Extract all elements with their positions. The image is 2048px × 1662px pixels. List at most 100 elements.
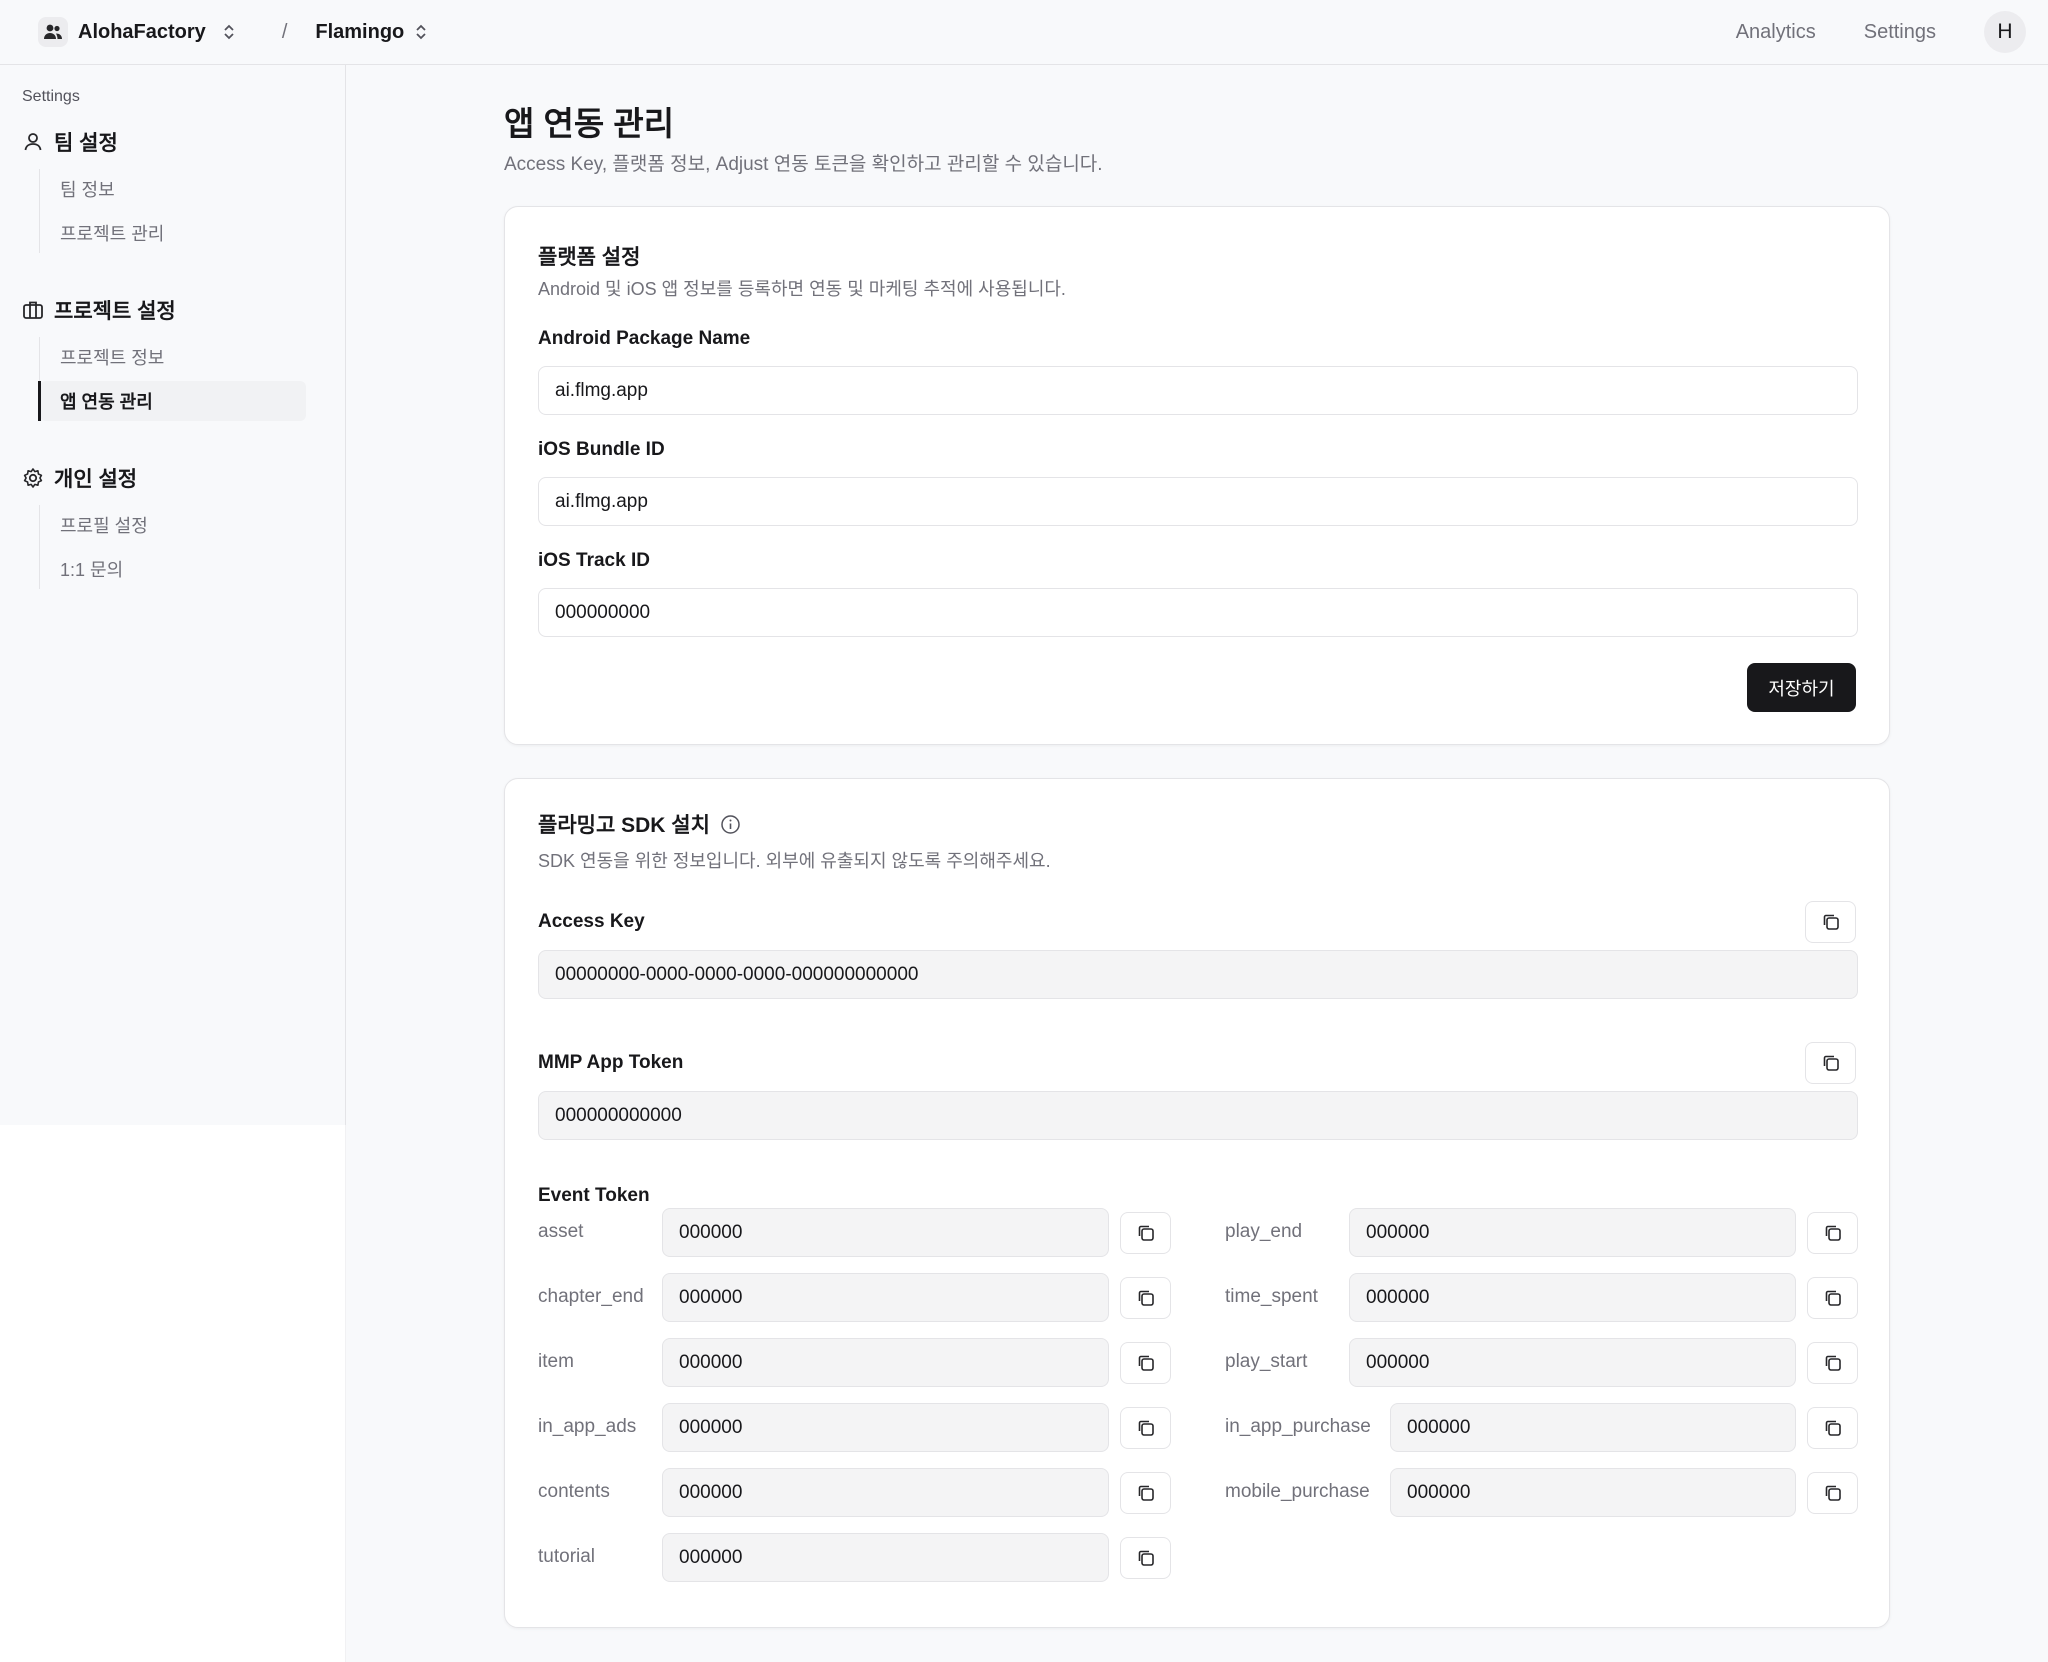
event-name: time_spent [1225, 1286, 1318, 1307]
user-avatar[interactable]: H [1984, 11, 2026, 53]
sidebar: Settings 팀 설정 팀 정보 프로젝트 관리 프로젝트 설정 프로젝트 … [0, 65, 346, 1125]
sidebar-group-head: 팀 설정 [22, 127, 306, 157]
event-name: mobile_purchase [1225, 1481, 1370, 1502]
chevron-updown-icon [416, 24, 426, 40]
event-token-field[interactable] [662, 1208, 1109, 1257]
sidebar-sublist: 프로젝트 정보 앱 연동 관리 [38, 337, 306, 421]
copy-icon [1138, 1355, 1154, 1371]
copy-event-token-button[interactable] [1120, 1212, 1171, 1254]
copy-icon [1825, 1420, 1841, 1436]
copy-event-token-button[interactable] [1120, 1472, 1171, 1514]
copy-event-token-button[interactable] [1807, 1342, 1858, 1384]
event-name: play_end [1225, 1221, 1303, 1242]
sidebar-item-inquiry[interactable]: 1:1 문의 [40, 549, 306, 589]
ios-bundle-label: iOS Bundle ID [538, 439, 665, 460]
nav-settings[interactable]: Settings [1864, 21, 1936, 44]
sidebar-item-project-manage[interactable]: 프로젝트 관리 [40, 213, 306, 253]
ios-track-input[interactable] [538, 588, 1858, 637]
info-icon[interactable] [720, 814, 741, 835]
sidebar-item-profile[interactable]: 프로필 설정 [40, 505, 306, 545]
copy-icon [1138, 1485, 1154, 1501]
event-token-field[interactable] [1390, 1468, 1796, 1517]
person-icon [24, 133, 42, 151]
event-token-field[interactable] [662, 1533, 1109, 1582]
copy-event-token-button[interactable] [1120, 1537, 1171, 1579]
sdk-install-card: 플라밍고 SDK 설치 SDK 연동을 위한 정보입니다. 외부에 유출되지 않… [504, 778, 1890, 1628]
event-token-field[interactable] [662, 1468, 1109, 1517]
android-package-input[interactable] [538, 366, 1858, 415]
event-token-field[interactable] [1349, 1273, 1796, 1322]
team-icon [38, 17, 68, 47]
copy-event-token-button[interactable] [1807, 1277, 1858, 1319]
sidebar-group-title: 프로젝트 설정 [54, 300, 176, 323]
copy-icon [1138, 1225, 1154, 1241]
save-button[interactable]: 저장하기 [1747, 663, 1856, 712]
mmp-token-label: MMP App Token [538, 1052, 684, 1073]
copy-icon [1138, 1420, 1154, 1436]
mmp-token-field[interactable] [538, 1091, 1858, 1140]
sidebar-group-personal: 개인 설정 프로필 설정 1:1 문의 [22, 463, 306, 593]
project-switcher[interactable]: Flamingo [315, 21, 428, 44]
event-token-field[interactable] [1349, 1208, 1796, 1257]
breadcrumb-separator: / [281, 20, 288, 43]
nav-analytics[interactable]: Analytics [1736, 21, 1816, 44]
access-key-field[interactable] [538, 950, 1858, 999]
briefcase-icon [23, 301, 43, 319]
copy-icon [1825, 1485, 1841, 1501]
sidebar-caption: Settings [22, 88, 80, 105]
event-name: play_start [1225, 1351, 1308, 1372]
event-token-label: Event Token [538, 1185, 650, 1206]
sidebar-group-title: 개인 설정 [54, 468, 138, 491]
ios-bundle-input[interactable] [538, 477, 1858, 526]
copy-event-token-button[interactable] [1807, 1212, 1858, 1254]
card-title: 플랫폼 설정 [538, 241, 640, 271]
event-name: in_app_ads [538, 1416, 637, 1437]
event-name: contents [538, 1481, 610, 1502]
org-switcher[interactable]: AlohaFactory [38, 17, 236, 47]
platform-title: 플랫폼 설정 [538, 246, 641, 269]
chevron-updown-icon [224, 24, 234, 40]
copy-icon [1825, 1355, 1841, 1371]
event-token-field[interactable] [662, 1273, 1109, 1322]
sidebar-item-team-info[interactable]: 팀 정보 [40, 169, 306, 209]
sidebar-item-project-info[interactable]: 프로젝트 정보 [40, 337, 306, 377]
platform-settings-card: 플랫폼 설정 Android 및 iOS 앱 정보를 등록하면 연동 및 마케팅… [504, 206, 1890, 745]
project-name: Flamingo [315, 20, 405, 43]
event-token-field[interactable] [1390, 1403, 1796, 1452]
main-content: 앱 연동 관리 Access Key, 플랫폼 정보, Adjust 연동 토큰… [346, 65, 2048, 1662]
copy-icon [1138, 1550, 1154, 1566]
copy-mmp-token-button[interactable] [1805, 1042, 1856, 1084]
card-title: 플라밍고 SDK 설치 [538, 809, 741, 839]
copy-icon [1825, 1290, 1841, 1306]
card-desc: SDK 연동을 위한 정보입니다. 외부에 유출되지 않도록 주의해주세요. [538, 851, 1051, 871]
ios-track-label: iOS Track ID [538, 550, 650, 571]
sidebar-sublist: 팀 정보 프로젝트 관리 [39, 169, 306, 253]
gear-icon [23, 468, 43, 488]
copy-event-token-button[interactable] [1807, 1407, 1858, 1449]
copy-icon [1138, 1290, 1154, 1306]
event-name: in_app_purchase [1225, 1416, 1371, 1437]
sidebar-group-head: 개인 설정 [22, 463, 306, 493]
copy-icon [1825, 1225, 1841, 1241]
event-name: chapter_end [538, 1286, 644, 1307]
sidebar-group-team: 팀 설정 팀 정보 프로젝트 관리 [22, 127, 306, 257]
copy-event-token-button[interactable] [1120, 1407, 1171, 1449]
top-bar: AlohaFactory / Flamingo Analytics Settin… [0, 0, 2048, 65]
event-token-field[interactable] [662, 1338, 1109, 1387]
event-name: tutorial [538, 1546, 596, 1567]
sidebar-item-app-integration[interactable]: 앱 연동 관리 [38, 381, 306, 421]
copy-access-key-button[interactable] [1805, 901, 1856, 943]
copy-event-token-button[interactable] [1807, 1472, 1858, 1514]
page-title: 앱 연동 관리 [504, 105, 675, 142]
access-key-label: Access Key [538, 911, 645, 932]
top-nav: Analytics Settings H [1736, 11, 2048, 53]
event-token-field[interactable] [662, 1403, 1109, 1452]
event-name: asset [538, 1221, 584, 1242]
sidebar-group-title: 팀 설정 [54, 132, 118, 155]
copy-event-token-button[interactable] [1120, 1277, 1171, 1319]
copy-event-token-button[interactable] [1120, 1342, 1171, 1384]
event-token-field[interactable] [1349, 1338, 1796, 1387]
copy-icon [1823, 1055, 1839, 1071]
sidebar-group-project: 프로젝트 설정 프로젝트 정보 앱 연동 관리 [22, 295, 306, 425]
org-name: AlohaFactory [78, 20, 206, 43]
